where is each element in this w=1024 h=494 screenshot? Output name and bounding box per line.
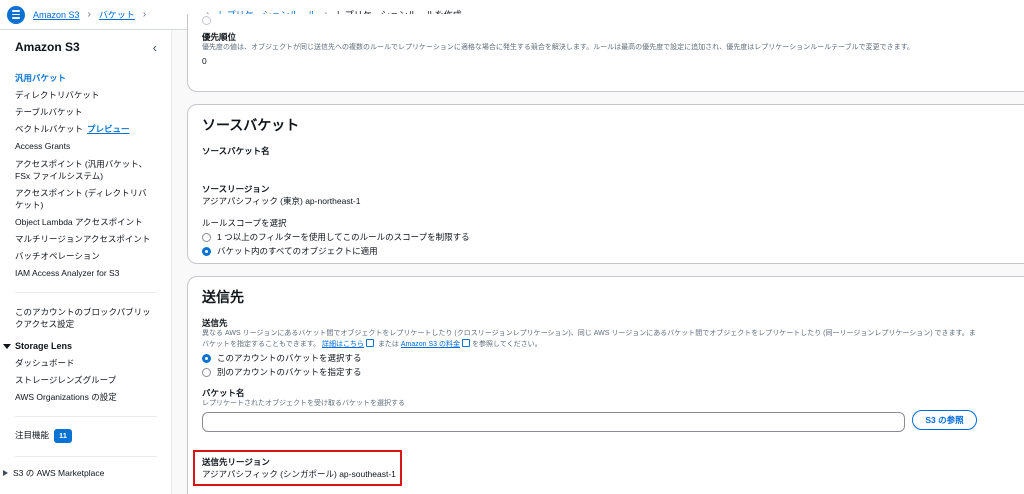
preview-badge: プレビュー	[87, 124, 130, 135]
bucket-name-description: レプリケートされたオブジェクトを受け取るバケットを選択する	[202, 400, 405, 407]
featured-count-badge: 11	[54, 429, 72, 444]
divider	[15, 292, 157, 294]
chevron-right-icon: ›	[142, 9, 147, 20]
breadcrumb-buckets[interactable]: バケット	[99, 8, 135, 21]
sidebar-item-block-public-access[interactable]: このアカウントのブロックパブリックアクセス設定	[15, 303, 155, 332]
sidebar-title: Amazon S3 ‹	[15, 40, 157, 55]
sidebar-item-marketplace[interactable]: S3 の AWS Marketplace	[3, 467, 171, 479]
sidebar-item-vector-buckets[interactable]: ベクトルバケット プレビュー	[15, 121, 171, 138]
radio-button-selected[interactable]	[202, 246, 211, 256]
highlight-box	[193, 450, 402, 486]
priority-label: 優先順位	[202, 32, 237, 42]
destination-description: 異なる AWS リージョンにあるバケット間でオブジェクトをレプリケートしたり (…	[202, 330, 976, 337]
scope-option-all-objects[interactable]: バケット内のすべてのオブジェクトに適用	[202, 245, 1024, 257]
sidebar-item-access-grants[interactable]: Access Grants	[15, 138, 171, 155]
sidebar-item-featured[interactable]: 注目機能 11	[15, 427, 171, 446]
rule-scope-label: ルールスコープを選択	[202, 218, 287, 228]
destination-label: 送信先	[202, 318, 228, 328]
radio-button[interactable]	[202, 232, 211, 242]
sidebar-item-multi-region[interactable]: マルチリージョンアクセスポイント	[15, 231, 171, 248]
browse-s3-button[interactable]: S3 の参照	[912, 410, 977, 430]
breadcrumb-s3[interactable]: Amazon S3	[33, 10, 80, 20]
divider	[15, 415, 157, 417]
collapse-sidebar-icon[interactable]: ‹	[153, 40, 157, 55]
sidebar-item-table-buckets[interactable]: テーブルバケット	[15, 103, 171, 120]
source-region-value: アジアパシフィック (東京) ap-northeast-1	[202, 196, 361, 206]
sidebar-item-object-lambda[interactable]: Object Lambda アクセスポイント	[15, 213, 171, 230]
scope-option-filter[interactable]: 1 つ以上のフィルターを使用してこのルールのスコープを制限する	[202, 231, 1024, 243]
s3-pricing-link[interactable]: Amazon S3 の料金	[401, 341, 460, 348]
menu-icon[interactable]	[7, 5, 25, 24]
priority-value: 0	[202, 56, 207, 66]
learn-more-link[interactable]: 詳細はこちら	[322, 341, 364, 348]
sidebar-item-general-buckets[interactable]: 汎用バケット	[15, 69, 171, 86]
priority-panel: 優先順位 優先度の値は、オブジェクトが同じ送信先への複数のルールでレプリケーショ…	[187, 14, 1024, 92]
destination-option-other-account[interactable]: 別のアカウントのバケットを指定する	[202, 366, 1024, 378]
sidebar-item-storage-lens-groups[interactable]: ストレージレンズグループ	[15, 371, 171, 388]
sidebar: Amazon S3 ‹ 汎用バケット ディレクトリバケット テーブルバケット ベ…	[0, 30, 172, 494]
caret-down-icon	[3, 343, 11, 349]
sidebar-item-access-points-general[interactable]: アクセスポイント (汎用バケット、FSx ファイルシステム)	[15, 155, 155, 184]
sidebar-item-organizations-settings[interactable]: AWS Organizations の設定	[15, 389, 171, 406]
destination-option-this-account[interactable]: このアカウントのバケットを選択する	[202, 352, 1024, 364]
external-link-icon	[365, 339, 374, 347]
radio-button-partial[interactable]	[202, 16, 211, 25]
source-bucket-heading: ソースバケット	[202, 117, 300, 133]
source-bucket-panel: ソースバケット ソースバケット名 ソースリージョン アジアパシフィック (東京)…	[187, 104, 1024, 264]
destination-description-2: バケットを指定することもできます。 詳細はこちら または Amazon S3 の…	[202, 339, 542, 348]
storage-lens-section[interactable]: Storage Lens	[3, 338, 171, 354]
radio-button[interactable]	[202, 367, 211, 377]
divider	[15, 456, 157, 457]
source-bucket-name-label: ソースバケット名	[202, 146, 270, 156]
radio-button-selected[interactable]	[202, 353, 211, 363]
sidebar-item-access-points-directory[interactable]: アクセスポイント (ディレクトリバケット)	[15, 184, 155, 213]
bucket-name-input[interactable]	[202, 412, 905, 432]
priority-description: 優先度の値は、オブジェクトが同じ送信先への複数のルールでレプリケーションに適格な…	[202, 44, 914, 51]
external-link-icon	[462, 339, 471, 347]
destination-heading: 送信先	[202, 289, 244, 305]
chevron-right-icon: ›	[87, 9, 91, 20]
sidebar-item-iam-access-analyzer[interactable]: IAM Access Analyzer for S3	[15, 265, 171, 282]
caret-right-icon	[3, 470, 8, 476]
sidebar-item-batch-operations[interactable]: バッチオペレーション	[15, 248, 171, 265]
bucket-name-label: バケット名	[202, 388, 245, 398]
sidebar-item-directory-buckets[interactable]: ディレクトリバケット	[15, 86, 171, 103]
source-region-label: ソースリージョン	[202, 184, 270, 194]
sidebar-item-dashboards[interactable]: ダッシュボード	[15, 354, 171, 371]
